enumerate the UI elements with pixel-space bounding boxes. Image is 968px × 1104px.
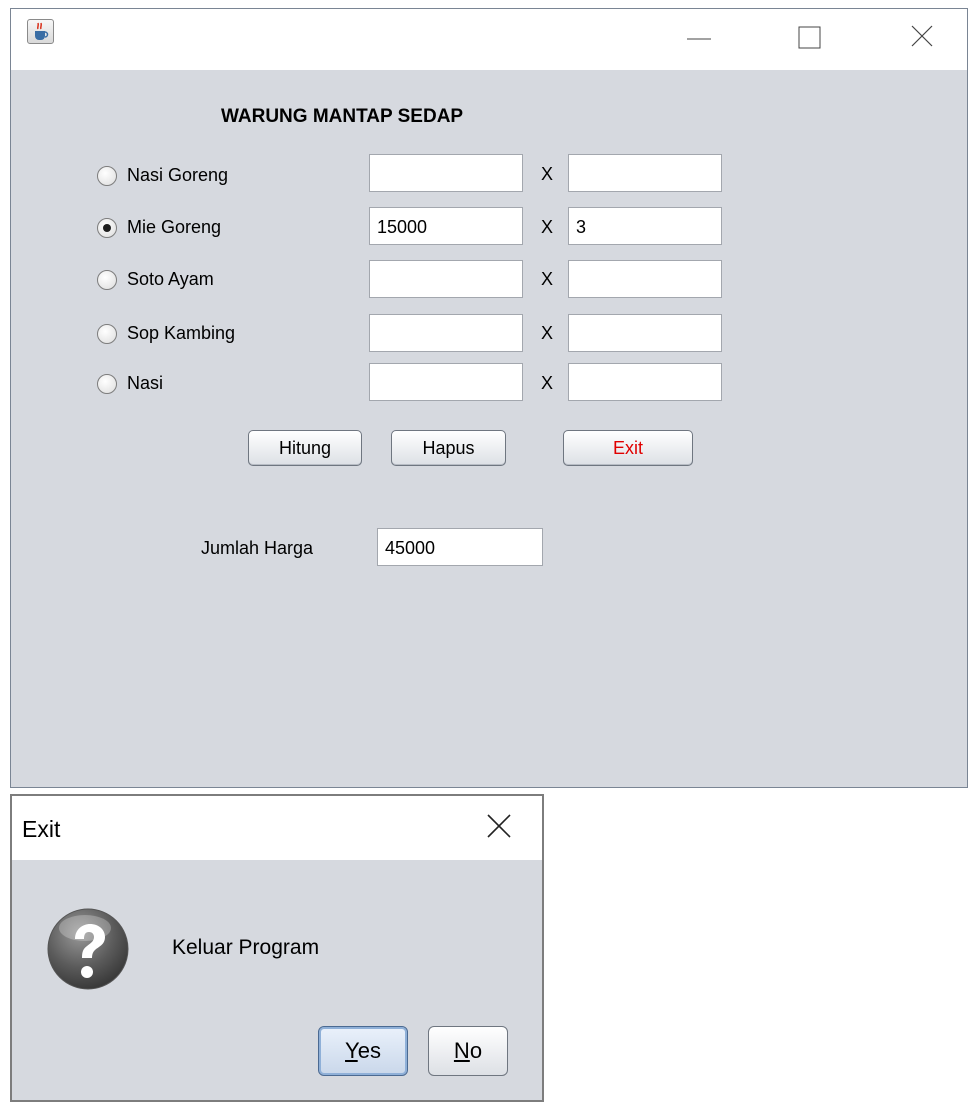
qty-field-mie-goreng[interactable]: 3 — [568, 207, 722, 245]
total-label: Jumlah Harga — [201, 538, 314, 558]
radio-circle-icon — [97, 270, 117, 290]
radio-soto-ayam[interactable]: Soto Ayam — [97, 265, 297, 293]
radio-label: Nasi — [127, 373, 164, 393]
radio-label: Mie Goreng — [127, 217, 222, 237]
dialog-title-bar[interactable]: Exit — [12, 796, 542, 860]
radio-circle-icon — [97, 218, 117, 238]
radio-nasi-goreng[interactable]: Nasi Goreng — [97, 161, 297, 189]
radio-label: Nasi Goreng — [127, 165, 229, 185]
qty-field-nasi-goreng[interactable] — [568, 154, 722, 192]
maximize-icon[interactable] — [790, 19, 830, 53]
java-cup-icon — [27, 19, 54, 44]
qty-field-sop-kambing[interactable] — [568, 314, 722, 352]
multiply-label: X — [541, 373, 554, 393]
radio-circle-icon — [97, 374, 117, 394]
close-icon[interactable] — [902, 19, 942, 53]
price-field-soto-ayam[interactable] — [369, 260, 523, 298]
no-button[interactable]: No — [428, 1026, 508, 1076]
multiply-label: X — [541, 217, 554, 237]
app-title: WARUNG MANTAP SEDAP — [221, 106, 464, 127]
dialog-message: Keluar Program — [172, 936, 320, 959]
radio-mie-goreng[interactable]: Mie Goreng — [97, 213, 297, 241]
exit-button[interactable]: Exit — [563, 430, 693, 466]
yes-label-rest: es — [357, 1038, 381, 1063]
qty-field-soto-ayam[interactable] — [568, 260, 722, 298]
radio-selected-dot — [103, 224, 111, 232]
qty-field-nasi[interactable] — [568, 363, 722, 401]
multiply-label: X — [541, 164, 554, 184]
hapus-button[interactable]: Hapus — [391, 430, 506, 466]
price-field-nasi[interactable] — [369, 363, 523, 401]
price-field-mie-goreng[interactable]: 15000 — [369, 207, 523, 245]
multiply-label: X — [541, 323, 554, 343]
dialog-title: Exit — [22, 816, 61, 842]
question-icon — [45, 906, 131, 992]
no-label-rest: o — [469, 1038, 483, 1063]
radio-sop-kambing[interactable]: Sop Kambing — [97, 319, 297, 347]
no-mnemonic: N — [453, 1038, 470, 1063]
price-field-sop-kambing[interactable] — [369, 314, 523, 352]
radio-circle-icon — [97, 166, 117, 186]
price-field-nasi-goreng[interactable] — [369, 154, 523, 192]
exit-dialog: Exit Keluar Program Yes No — [10, 794, 544, 1102]
radio-circle-icon — [97, 324, 117, 344]
radio-nasi[interactable]: Nasi — [97, 369, 297, 397]
radio-label: Sop Kambing — [127, 323, 236, 343]
yes-mnemonic: Y — [345, 1038, 358, 1063]
total-field[interactable]: 45000 — [377, 528, 543, 566]
multiply-label: X — [541, 269, 554, 289]
hitung-button[interactable]: Hitung — [248, 430, 362, 466]
main-window: WARUNG MANTAP SEDAP Nasi Goreng X Mie Go… — [10, 8, 968, 788]
title-bar[interactable] — [11, 9, 967, 70]
radio-label: Soto Ayam — [127, 269, 214, 289]
minimize-icon[interactable] — [679, 19, 719, 53]
yes-button[interactable]: Yes — [318, 1026, 408, 1076]
close-icon[interactable] — [478, 810, 518, 844]
